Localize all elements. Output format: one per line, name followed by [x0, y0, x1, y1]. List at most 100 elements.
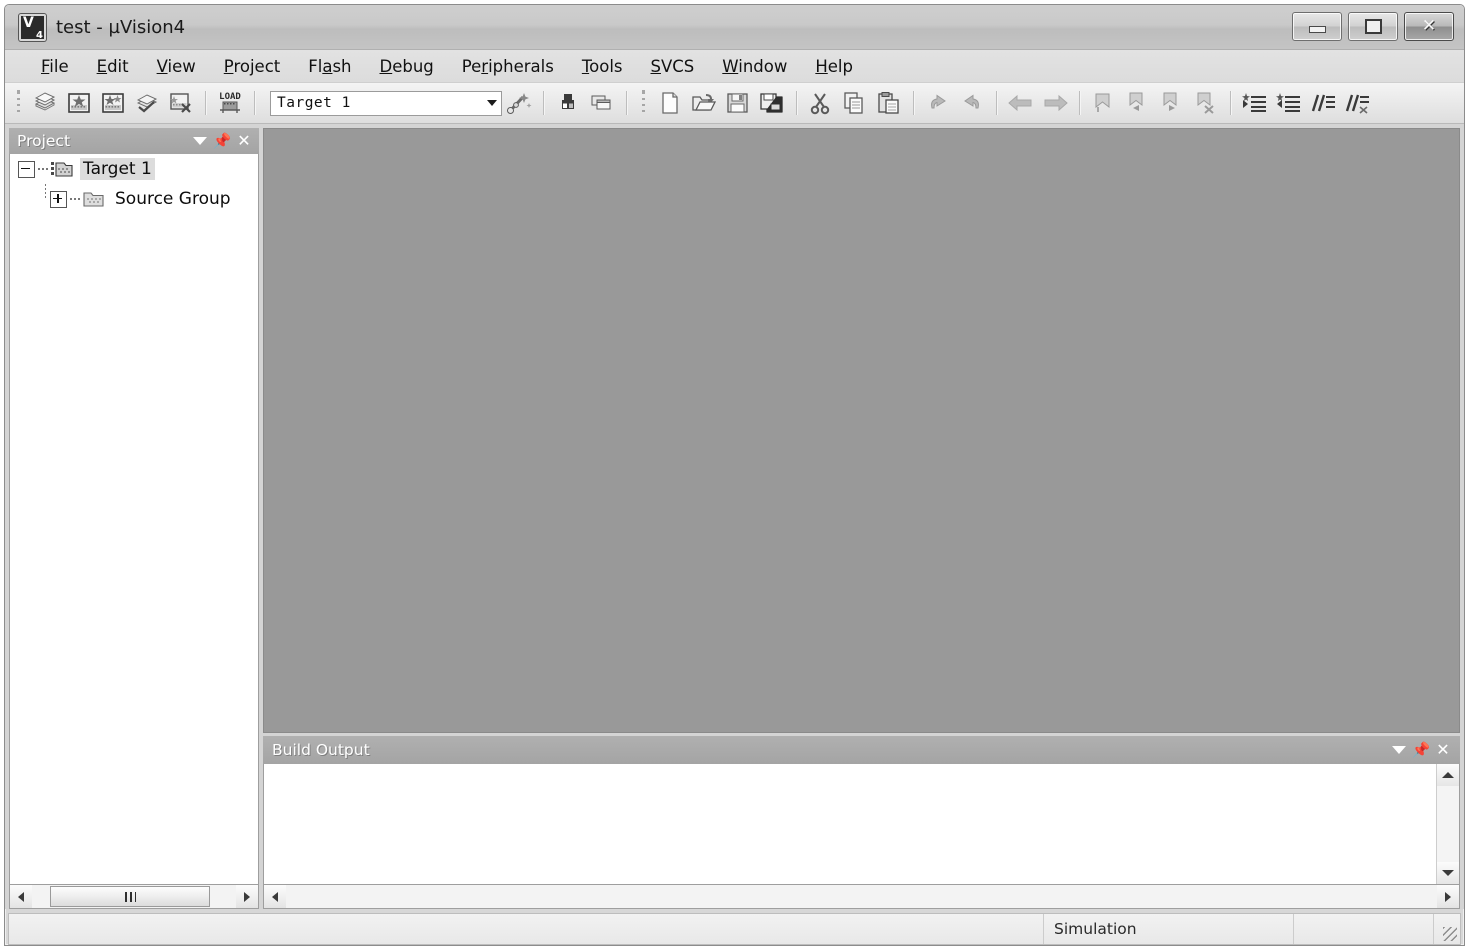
new-file-icon [662, 92, 678, 114]
arrow-down-icon [1442, 870, 1454, 876]
target-select[interactable]: Target 1 [270, 90, 502, 116]
comment-button[interactable] [1308, 88, 1338, 118]
bookmark-clear-icon [1197, 92, 1214, 114]
uncomment-button[interactable] [1342, 88, 1372, 118]
menu-view[interactable]: View [143, 54, 210, 79]
toggle-bookmark-button[interactable] [1089, 88, 1119, 118]
build-output-text[interactable] [264, 764, 1436, 884]
menu-debug[interactable]: Debug [366, 54, 448, 79]
tree-connector [38, 168, 48, 170]
undo-button[interactable] [923, 88, 953, 118]
scroll-down-button[interactable] [1437, 862, 1459, 884]
tree-item-source-group[interactable]: Source Group [10, 184, 258, 214]
manage-components-button[interactable] [553, 88, 583, 118]
menu-file[interactable]: File [27, 54, 83, 79]
menu-peripherals[interactable]: Peripherals [448, 54, 568, 79]
new-file-button[interactable] [655, 88, 685, 118]
window-resize-grip[interactable] [1434, 914, 1460, 944]
resize-grip-icon [1443, 927, 1457, 941]
clear-bookmarks-button[interactable] [1191, 88, 1221, 118]
svg-text:LOAD: LOAD [219, 92, 241, 102]
close-icon: ✕ [1421, 16, 1437, 36]
tree-item-target-1[interactable]: Target 1 [10, 154, 258, 184]
toolbar-separator-2 [254, 91, 255, 115]
build-icon [68, 93, 90, 113]
window-title: test - µVision4 [56, 16, 186, 38]
stop-build-button[interactable] [166, 88, 196, 118]
mdi-client-area[interactable] [263, 128, 1460, 733]
rebuild-button[interactable] [98, 88, 128, 118]
uvision-app-icon[interactable] [19, 13, 46, 41]
previous-bookmark-button[interactable] [1123, 88, 1153, 118]
title-bar: test - µVision4 ✕ [5, 5, 1464, 50]
toolbar-separator-4 [626, 91, 627, 115]
project-panel-pin-button[interactable]: 📌 [211, 131, 233, 151]
download-button[interactable]: LOAD [215, 88, 245, 118]
magic-wand-icon [507, 93, 532, 114]
restore-button[interactable] [1348, 12, 1398, 41]
close-icon: ✕ [1436, 740, 1450, 759]
project-scroll-track[interactable] [32, 885, 236, 908]
redo-button[interactable] [957, 88, 987, 118]
translate-icon [34, 92, 56, 111]
paste-button[interactable] [874, 88, 904, 118]
project-horizontal-scrollbar[interactable] [9, 885, 259, 909]
project-scroll-thumb[interactable] [50, 886, 210, 907]
tree-collapse-toggle[interactable] [18, 160, 35, 178]
scroll-left-button[interactable] [10, 885, 32, 908]
build-output-menu-button[interactable] [1388, 740, 1410, 760]
outdent-button[interactable] [1274, 88, 1304, 118]
editor-column: Build Output 📌 ✕ [263, 128, 1460, 909]
menu-edit[interactable]: Edit [83, 54, 143, 79]
chevron-down-icon [1392, 746, 1406, 754]
tree-connector [70, 198, 80, 200]
open-file-button[interactable] [689, 88, 719, 118]
scroll-up-button[interactable] [1437, 764, 1459, 786]
download-icon: LOAD [219, 92, 241, 113]
build-output-vertical-scrollbar[interactable] [1436, 764, 1459, 884]
target-icon [50, 160, 74, 179]
indent-button[interactable] [1240, 88, 1270, 118]
build-output-pin-button[interactable]: 📌 [1410, 740, 1432, 760]
copy-button[interactable] [840, 88, 870, 118]
chevron-down-icon[interactable] [487, 100, 497, 106]
menu-tools[interactable]: Tools [568, 54, 637, 79]
toolbar-drag-grip-2[interactable] [640, 90, 649, 116]
build-output-close-button[interactable]: ✕ [1432, 740, 1454, 760]
batch-build-button[interactable] [132, 88, 162, 118]
menu-project[interactable]: Project [210, 54, 294, 79]
scroll-left-button[interactable] [264, 885, 286, 908]
project-panel-close-button[interactable]: ✕ [233, 131, 255, 151]
scroll-right-button[interactable] [236, 885, 258, 908]
tree-item-label: Source Group [115, 189, 231, 209]
target-select-value: Target 1 [277, 95, 351, 111]
toolbar: LOAD Target 1 [5, 83, 1464, 124]
toolbar-drag-grip[interactable] [15, 90, 24, 116]
menu-window[interactable]: Window [708, 54, 801, 79]
save-all-button[interactable] [757, 88, 787, 118]
project-windows-button[interactable] [587, 88, 617, 118]
project-tree[interactable]: Target 1 Source Group [9, 154, 259, 885]
cut-button[interactable] [806, 88, 836, 118]
close-button[interactable]: ✕ [1404, 12, 1454, 41]
tree-expand-toggle[interactable] [50, 190, 67, 208]
menu-svcs[interactable]: SVCS [637, 54, 709, 79]
navigate-backward-button[interactable] [1006, 88, 1036, 118]
next-bookmark-button[interactable] [1157, 88, 1187, 118]
project-panel-menu-button[interactable] [189, 131, 211, 151]
menu-flash[interactable]: Flash [294, 54, 365, 79]
translate-button[interactable] [30, 88, 60, 118]
target-options-button[interactable] [504, 88, 534, 118]
build-output-horizontal-scrollbar[interactable] [263, 885, 1460, 909]
build-button[interactable] [64, 88, 94, 118]
build-output-panel: Build Output 📌 ✕ [263, 736, 1460, 909]
chevron-down-icon [193, 137, 207, 145]
paste-icon [878, 92, 899, 114]
save-button[interactable] [723, 88, 753, 118]
toolbar-separator-5 [796, 91, 797, 115]
scroll-right-button[interactable] [1437, 885, 1459, 908]
build-scroll-track[interactable] [286, 885, 1437, 908]
menu-help[interactable]: Help [801, 54, 867, 79]
minimize-button[interactable] [1292, 12, 1342, 41]
navigate-forward-button[interactable] [1040, 88, 1070, 118]
